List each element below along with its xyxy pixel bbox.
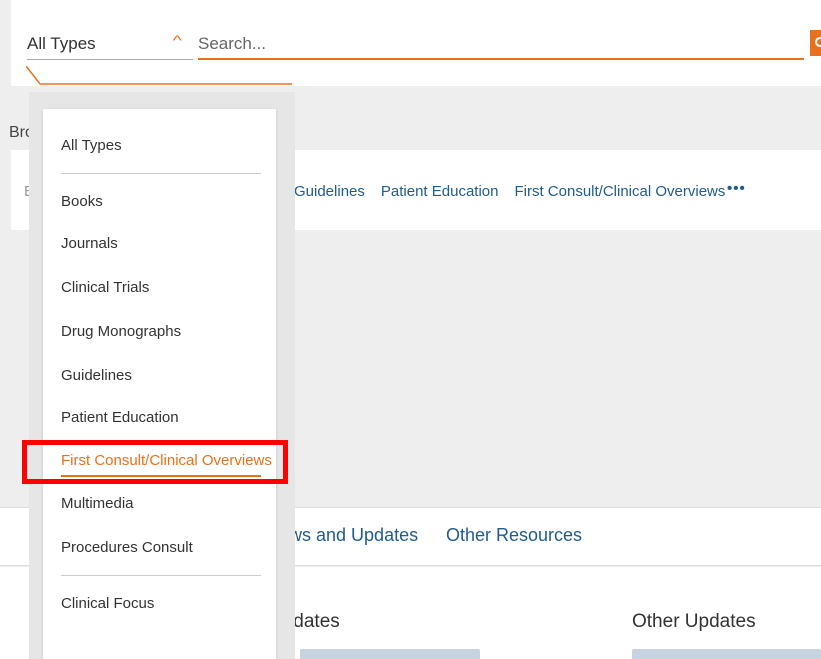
dropdown-divider (61, 575, 261, 576)
dropdown-item-patient-education[interactable]: Patient Education (61, 409, 179, 426)
search-button[interactable] (810, 30, 821, 56)
content-type-selected-label: All Types (27, 34, 96, 53)
dropdown-item-clinical-trials[interactable]: Clinical Trials (61, 279, 149, 296)
selected-item-underline (61, 475, 261, 477)
chevron-up-icon: ^ (172, 32, 182, 48)
browse-links: Guidelines Patient Education First Consu… (294, 183, 725, 200)
dropdown-item-clinical-focus[interactable]: Clinical Focus (61, 595, 154, 612)
search-input[interactable] (198, 30, 804, 60)
dropdown-item-procedures-consult[interactable]: Procedures Consult (61, 539, 193, 556)
update-link[interactable] (300, 649, 480, 659)
dropdown-caret (26, 66, 292, 85)
dropdown-divider (61, 173, 261, 174)
dropdown-item-journals[interactable]: Journals (61, 235, 118, 252)
browse-link-guidelines[interactable]: Guidelines (294, 183, 365, 200)
content-type-select[interactable]: All Types ^ (27, 30, 193, 60)
dropdown-item-all-types[interactable]: All Types (61, 137, 122, 154)
dropdown-item-first-consult[interactable]: First Consult/Clinical Overviews (61, 452, 272, 469)
search-icon (815, 37, 821, 47)
other-updates-title: Other Updates (632, 611, 756, 632)
dropdown-item-drug-monographs[interactable]: Drug Monographs (61, 323, 181, 340)
tab-other-resources[interactable]: Other Resources (446, 525, 582, 546)
dropdown-item-guidelines[interactable]: Guidelines (61, 367, 132, 384)
browse-link-patient-education[interactable]: Patient Education (381, 183, 499, 200)
more-options-icon[interactable]: ••• (727, 180, 746, 197)
content-type-dropdown: All Types Books Journals Clinical Trials… (43, 109, 276, 659)
other-update-link[interactable] (632, 649, 821, 659)
browse-link-first-consult[interactable]: First Consult/Clinical Overviews (514, 183, 725, 200)
dropdown-item-books[interactable]: Books (61, 193, 103, 210)
dropdown-item-multimedia[interactable]: Multimedia (61, 495, 134, 512)
